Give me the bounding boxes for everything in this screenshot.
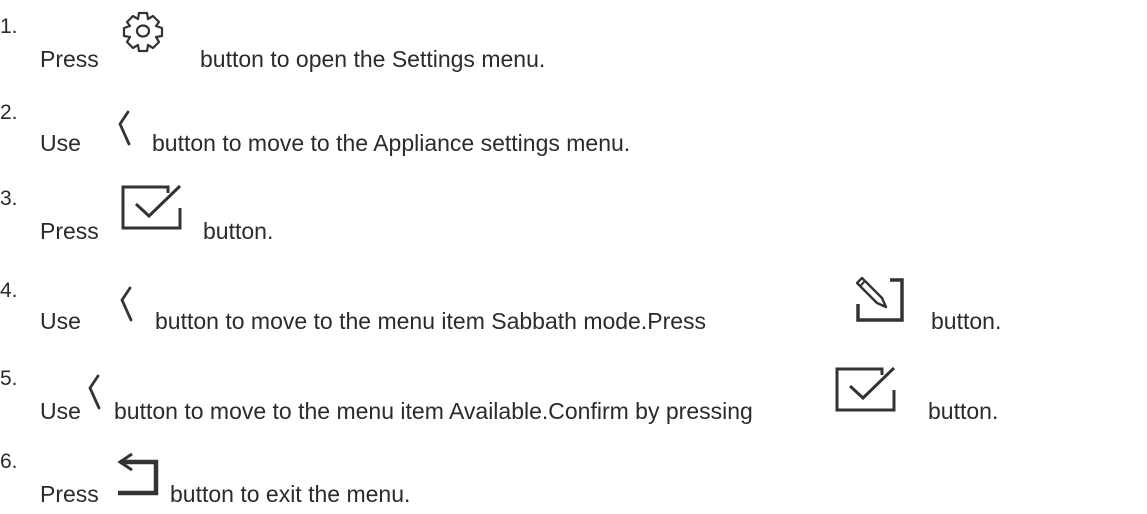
chevron-left-icon	[118, 286, 136, 324]
step-number: 2.	[0, 101, 18, 124]
step-number: 4.	[0, 279, 18, 302]
step-text-pre: Use	[40, 308, 81, 334]
step-text-pre: Press	[40, 481, 99, 507]
back-arrow-icon	[110, 449, 166, 501]
step-text-pre: Press	[40, 46, 99, 72]
step-text-post: button.	[931, 308, 1002, 334]
step-text-middle: button to move to the menu item Sabbath …	[155, 308, 707, 334]
step-number: 3.	[0, 187, 18, 210]
step-text-pre: Press	[40, 218, 99, 244]
step-text-post: button to open the Settings menu.	[200, 46, 546, 72]
step-text-post: button to move to the Appliance settings…	[152, 130, 631, 156]
step-text-post: button.	[203, 218, 274, 244]
step-text-middle: button to move to the menu item Availabl…	[114, 398, 753, 424]
step-text-post: button.	[928, 398, 999, 424]
checkbox-check-icon	[830, 364, 902, 416]
step-number: 1.	[0, 15, 18, 38]
chevron-left-icon	[116, 110, 134, 148]
gear-icon	[118, 10, 168, 53]
step-text-post: button to exit the menu.	[170, 481, 411, 507]
checkbox-check-icon	[116, 182, 188, 234]
chevron-left-icon	[86, 374, 104, 412]
step-number: 6.	[0, 450, 18, 473]
step-text-pre: Use	[40, 398, 81, 424]
step-number: 5.	[0, 367, 18, 390]
step-text-pre: Use	[40, 130, 81, 156]
edit-pencil-icon	[852, 274, 912, 326]
